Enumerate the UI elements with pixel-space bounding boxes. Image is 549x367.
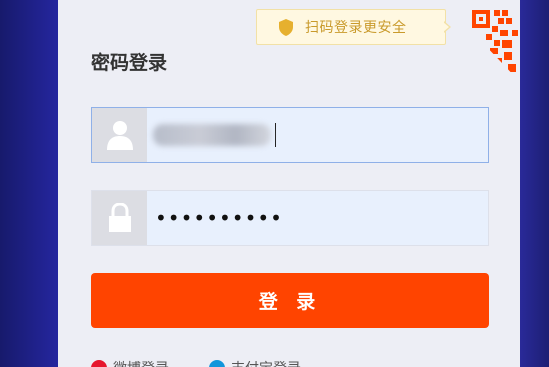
password-field[interactable]: •••••••••• [91, 190, 489, 246]
weibo-login-label: 微博登录 [113, 358, 169, 367]
username-input[interactable] [147, 108, 488, 162]
username-blurred-value [153, 124, 271, 146]
page-title: 密码登录 [91, 52, 168, 74]
weibo-icon [91, 360, 107, 367]
shield-icon [279, 18, 293, 36]
alternative-login-row: 微博登录 支付宝登录 [91, 358, 301, 367]
username-field[interactable] [91, 107, 489, 163]
login-button[interactable]: 登 录 [91, 273, 489, 328]
lock-icon [92, 191, 147, 245]
weibo-login-link[interactable]: 微博登录 [91, 358, 169, 367]
qr-code-icon[interactable] [442, 0, 520, 82]
password-value: •••••••••• [155, 206, 283, 230]
password-input[interactable]: •••••••••• [147, 191, 488, 245]
login-panel: 扫码登录更安全 密码登录 •••••••••• 登 录 [58, 0, 520, 367]
alipay-login-label: 支付宝登录 [231, 358, 301, 367]
scan-login-tip: 扫码登录更安全 [256, 9, 446, 45]
alipay-icon [209, 360, 225, 367]
text-caret [275, 123, 276, 147]
user-icon [92, 108, 147, 162]
alipay-login-link[interactable]: 支付宝登录 [209, 358, 301, 367]
scan-login-tip-text: 扫码登录更安全 [305, 20, 407, 36]
page-background-left [0, 0, 60, 367]
page-background-right [519, 0, 549, 367]
